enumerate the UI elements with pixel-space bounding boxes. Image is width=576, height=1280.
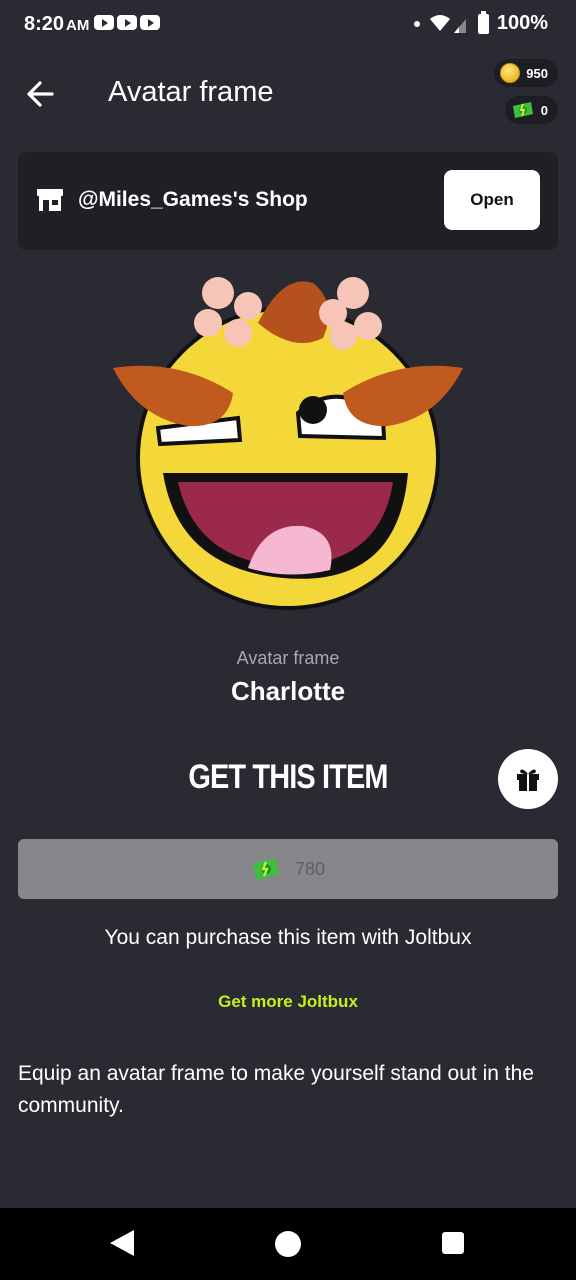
youtube-notification-icon: [140, 15, 160, 30]
page-title: Avatar frame: [108, 76, 274, 108]
joltbux-icon: [512, 102, 533, 118]
item-description: Equip an avatar frame to make yourself s…: [18, 1062, 534, 1117]
clock-text: 8:20: [24, 13, 65, 35]
arrow-left-icon: [27, 81, 54, 107]
store-icon: [37, 189, 63, 211]
buy-with-joltbux-button[interactable]: 780: [18, 839, 558, 899]
item-price: 780: [294, 858, 326, 879]
status-time: 8:20 AM: [24, 13, 89, 36]
battery-icon: [477, 10, 489, 34]
status-bar: 8:20 AM 100%: [0, 0, 576, 52]
system-nav-bar: [0, 1208, 576, 1280]
wifi-signal-icon: [429, 14, 466, 33]
notification-dot-icon: [413, 20, 420, 27]
joltbux-icon: [252, 858, 279, 880]
coin-balance[interactable]: 950: [494, 59, 558, 87]
status-right: 100%: [413, 10, 548, 35]
battery-percent: 100%: [496, 12, 548, 34]
coin-icon: [500, 63, 521, 83]
get-item-heading: GET THIS ITEM: [188, 758, 388, 796]
app-bar: Avatar frame: [0, 52, 576, 136]
clock-ampm: AM: [66, 17, 90, 34]
shop-card: @Miles_Games's Shop Open: [18, 152, 558, 250]
purchase-note: You can purchase this item with Joltbux: [104, 926, 472, 949]
joltbux-balance[interactable]: 0: [504, 96, 558, 124]
nav-back-icon[interactable]: [110, 1230, 134, 1256]
shop-name: @Miles_Games's Shop: [78, 188, 308, 211]
notification-icons: [94, 15, 160, 30]
youtube-notification-icon: [94, 15, 114, 30]
gift-icon: [517, 769, 539, 791]
item-name: Charlotte: [230, 676, 346, 706]
get-more-joltbux-link[interactable]: Get more Joltbux: [0, 992, 576, 1012]
nav-home-icon[interactable]: [275, 1231, 301, 1257]
avatar-frame-preview: [113, 277, 463, 610]
coin-count: 950: [526, 65, 548, 81]
youtube-notification-icon: [117, 15, 137, 30]
item-type-label: Avatar frame: [236, 648, 340, 668]
back-button[interactable]: [22, 76, 62, 112]
nav-recents-icon[interactable]: [442, 1232, 464, 1254]
open-shop-button[interactable]: Open: [444, 170, 540, 230]
joltbux-count: 0: [540, 102, 548, 118]
gift-button[interactable]: [498, 749, 558, 809]
